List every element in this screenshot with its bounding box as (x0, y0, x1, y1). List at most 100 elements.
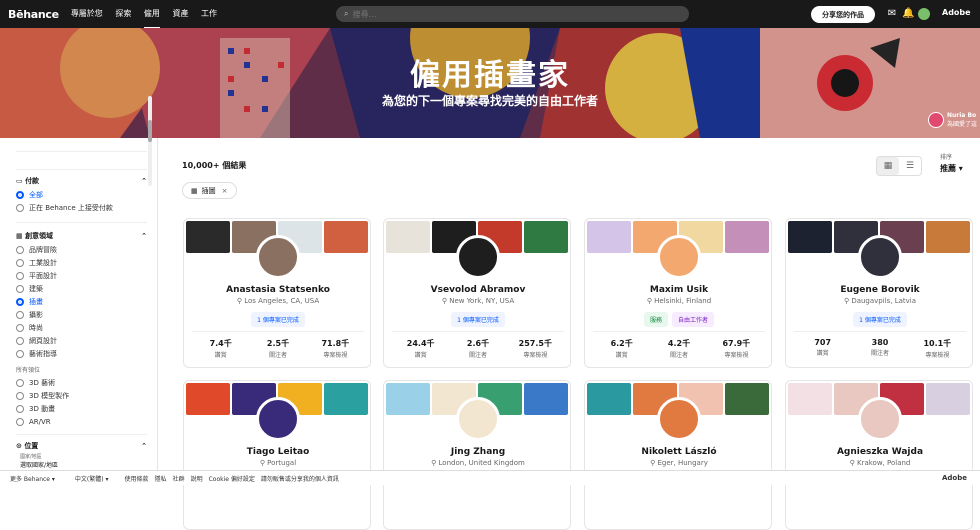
project-thumbnail[interactable] (186, 221, 230, 253)
creative-option-branding[interactable]: 品牌冒險 (0, 243, 157, 256)
nav-assets[interactable]: 資產 (172, 0, 188, 27)
creative-section-header[interactable]: ▦ 創意領域 ⌃ (0, 229, 157, 243)
project-thumbnail[interactable] (587, 221, 631, 253)
location-section-header[interactable]: ⊙ 位置 ⌃ (0, 439, 157, 453)
footer-community[interactable]: 社群 (173, 474, 185, 483)
nav-jobs[interactable]: 工作 (201, 0, 217, 27)
creator-name[interactable]: Nikolett László (585, 447, 771, 457)
creator-card[interactable]: Tiago Leitao ⚲ Portugal (183, 380, 371, 530)
creator-card[interactable]: Agnieszka Wajda ⚲ Krakow, Poland (785, 380, 973, 530)
footer-adobe[interactable]: Adobe (942, 474, 967, 482)
creative-option-ar-vr[interactable]: AR/VR (0, 415, 157, 428)
payment-option-accepting[interactable]: 正在 Behance 上接受付款 (0, 201, 157, 214)
creator-name[interactable]: Jing Zhang (384, 447, 570, 457)
creative-option-3d-animation[interactable]: 3D 動畫 (0, 402, 157, 415)
footer-do-not-sell[interactable]: 請勿販售或分享我的個人資訊 (261, 474, 339, 483)
project-thumbnail[interactable] (788, 221, 832, 253)
footer-privacy[interactable]: 隱私 (155, 474, 167, 483)
artist-credit[interactable]: Nuria Bo 為國愛了這 (928, 112, 977, 128)
creative-option-art-direction[interactable]: 藝術指導 (0, 347, 157, 360)
creative-option-fashion[interactable]: 時尚 (0, 321, 157, 334)
creator-avatar[interactable] (657, 397, 701, 441)
footer-more-behance[interactable]: 更多 Behance ▾ (10, 474, 55, 483)
creative-option-3d-art[interactable]: 3D 藝術 (0, 376, 157, 389)
project-thumbnail[interactable] (725, 221, 769, 253)
search-bar[interactable]: ⌕ (336, 6, 689, 22)
status-badge: 自由工作者 (672, 312, 715, 327)
payment-icon: ▭ (16, 177, 26, 185)
project-thumbnail[interactable] (926, 221, 970, 253)
project-thumbnail[interactable] (524, 221, 568, 253)
share-work-button[interactable]: 分享您的作品 (811, 6, 875, 23)
payment-option-all[interactable]: 全部 (0, 188, 157, 201)
project-thumbnail[interactable] (186, 383, 230, 415)
behance-logo[interactable]: Bēhance (8, 8, 59, 21)
location-select[interactable]: 選取國家/地區 (0, 460, 157, 469)
user-avatar[interactable] (918, 8, 930, 20)
search-input[interactable] (352, 9, 653, 19)
creator-avatar[interactable] (256, 235, 300, 279)
footer-terms[interactable]: 使用條款 (125, 474, 149, 483)
creative-option-architecture[interactable]: 建築 (0, 282, 157, 295)
creator-card[interactable]: Maxim Usik ⚲ Helsinki, Finland 服務 自由工作者 6.2千… (584, 218, 772, 368)
radio-unselected (16, 203, 24, 212)
creator-name[interactable]: Maxim Usik (585, 285, 771, 295)
creator-card[interactable]: Anastasia Statsenko ⚲ Los Angeles, CA, US… (183, 218, 371, 368)
grid-view-button[interactable]: ▦ (877, 157, 899, 175)
mail-icon[interactable]: ✉ (886, 8, 898, 20)
project-thumbnail[interactable] (524, 383, 568, 415)
nav-hire[interactable]: 僱用 (143, 0, 160, 29)
creator-name[interactable]: Tiago Leitao (184, 447, 370, 457)
creator-card[interactable]: Eugene Borovik ⚲ Daugavpils, Latvia 1 個專案已… (785, 218, 973, 368)
filter-chip[interactable]: ▦ 插圖 × (182, 182, 237, 199)
option-label: 3D 動畫 (29, 404, 56, 413)
project-thumbnail[interactable] (324, 383, 368, 415)
creator-location: ⚲ Eger, Hungary (585, 459, 771, 467)
sort-dropdown[interactable]: 排序 推薦 ▾ (940, 152, 963, 174)
project-thumbnail[interactable] (788, 383, 832, 415)
creator-avatar[interactable] (456, 397, 500, 441)
nav-for-you[interactable]: 專屬於您 (71, 0, 103, 27)
creative-option-photography[interactable]: 攝影 (0, 308, 157, 321)
project-thumbnail[interactable] (587, 383, 631, 415)
close-icon[interactable]: × (222, 187, 228, 195)
creative-option-illustration[interactable]: 插畫 (0, 295, 157, 308)
creative-option-graphic[interactable]: 平面設計 (0, 269, 157, 282)
location-pin-icon: ⚲ (431, 459, 439, 467)
creator-avatar[interactable] (456, 235, 500, 279)
project-thumbnail[interactable] (324, 221, 368, 253)
footer-help[interactable]: 說明 (191, 474, 203, 483)
hero-title: 僱用插畫家 (410, 58, 570, 93)
project-thumbnail[interactable] (386, 221, 430, 253)
creator-name[interactable]: Agnieszka Wajda (786, 447, 972, 457)
creator-avatar[interactable] (657, 235, 701, 279)
footer-language[interactable]: 中文(繁體) ▾ (75, 474, 109, 483)
creator-card[interactable]: Vsevolod Abramov ⚲ New York, NY, USA 1 個專案… (383, 218, 571, 368)
list-view-button[interactable]: ☰ (899, 157, 921, 175)
creator-card[interactable]: Nikolett László ⚲ Eger, Hungary (584, 380, 772, 530)
bell-icon[interactable]: 🔔 (902, 8, 914, 20)
stat-label: 關注者 (268, 352, 287, 359)
option-label: 插畫 (29, 297, 43, 306)
adobe-link[interactable]: Adobe (942, 8, 971, 17)
creator-avatar[interactable] (256, 397, 300, 441)
footer-cookies[interactable]: Cookie 偏好設定 (209, 474, 255, 483)
status-badge: 服務 (643, 312, 668, 327)
nav-explore[interactable]: 探索 (115, 0, 131, 27)
option-label: AR/VR (29, 417, 51, 426)
location-text: Eger, Hungary (657, 459, 708, 467)
project-thumbnail[interactable] (926, 383, 970, 415)
project-thumbnail[interactable] (725, 383, 769, 415)
project-thumbnail[interactable] (386, 383, 430, 415)
creator-name[interactable]: Anastasia Statsenko (184, 285, 370, 295)
creative-option-3d-modeling[interactable]: 3D 模型製作 (0, 389, 157, 402)
creator-avatar[interactable] (858, 235, 902, 279)
creative-option-industrial[interactable]: 工業設計 (0, 256, 157, 269)
creator-card[interactable]: Jing Zhang ⚲ London, United Kingdom (383, 380, 571, 530)
creator-name[interactable]: Eugene Borovik (786, 285, 972, 295)
payment-section-header[interactable]: ▭ 付款 ⌃ (0, 174, 157, 188)
creative-option-web[interactable]: 網頁設計 (0, 334, 157, 347)
sidebar-scroll-thumb[interactable] (148, 120, 152, 142)
creator-name[interactable]: Vsevolod Abramov (384, 285, 570, 295)
creator-avatar[interactable] (858, 397, 902, 441)
